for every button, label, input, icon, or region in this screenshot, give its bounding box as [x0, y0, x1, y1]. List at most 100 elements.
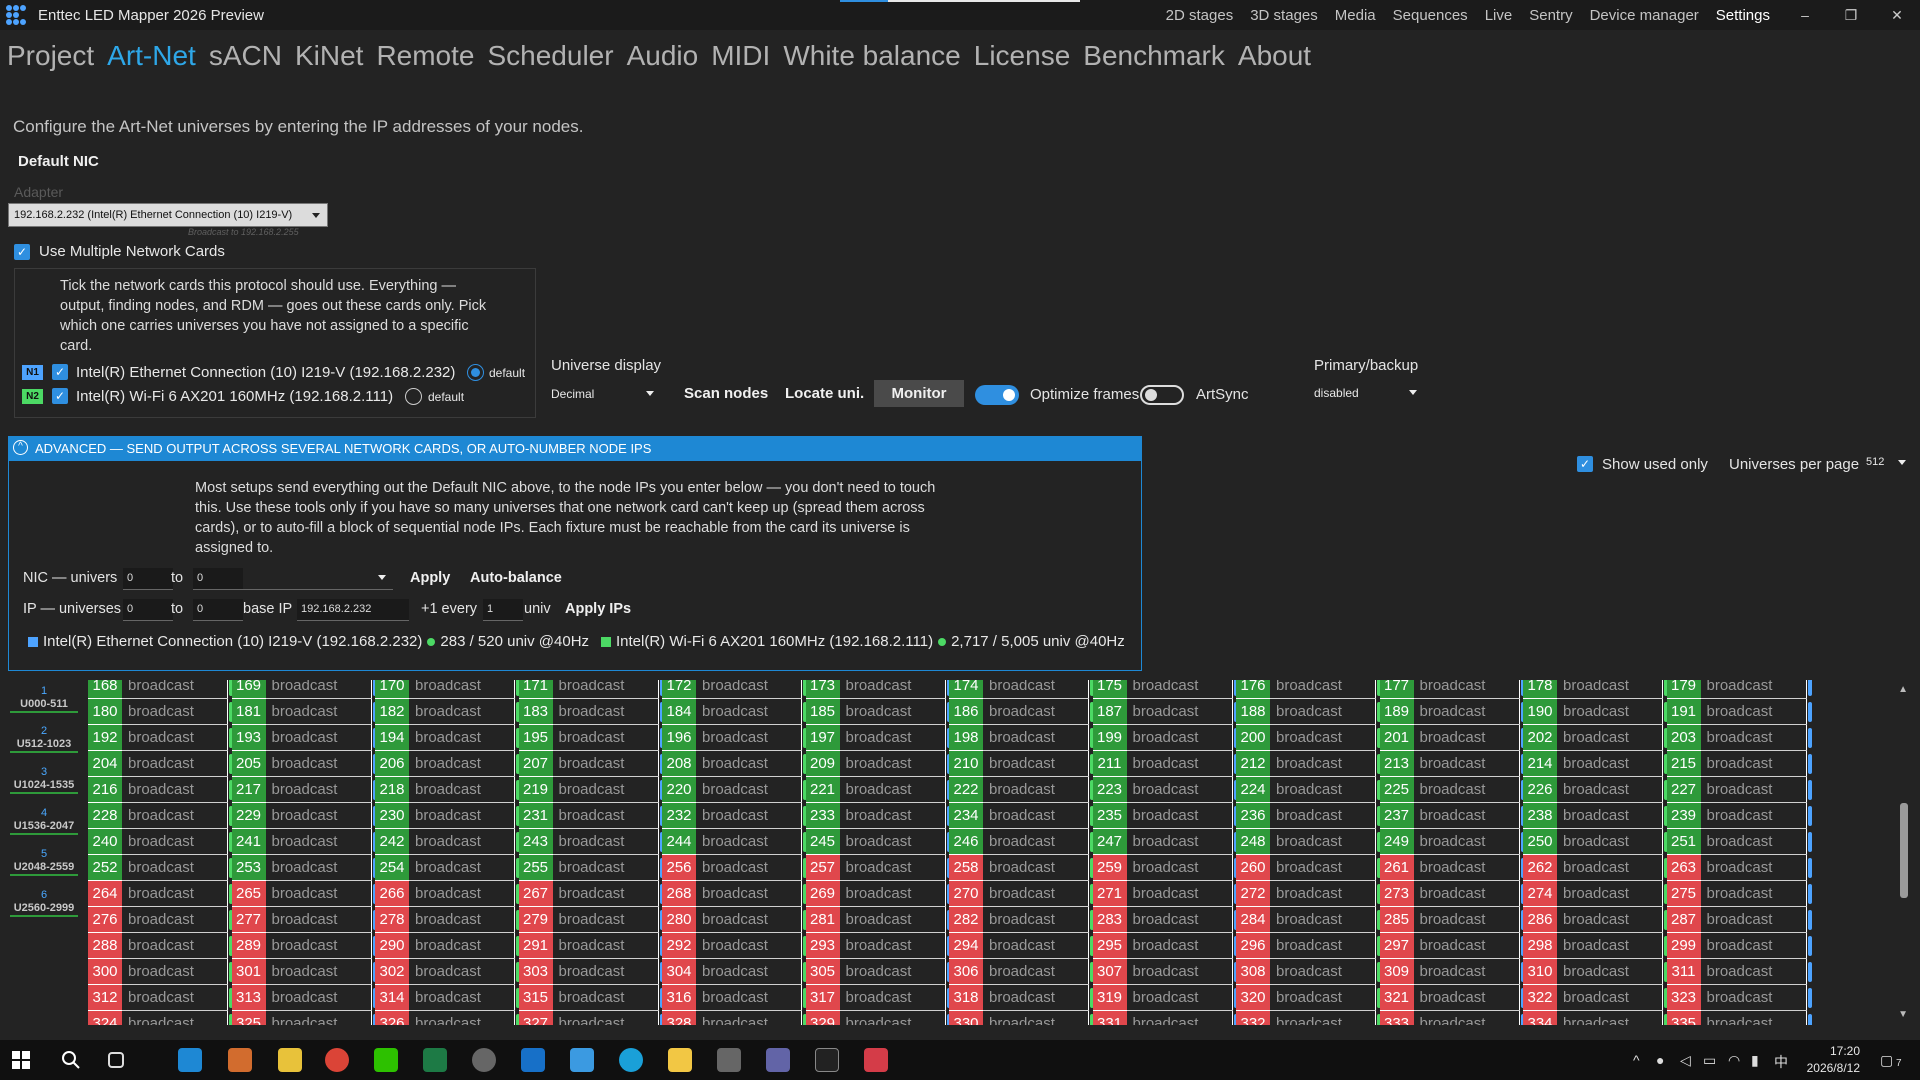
- universe-cell[interactable]: 221 broadcast: [805, 777, 951, 803]
- universe-ip[interactable]: broadcast: [696, 959, 802, 985]
- universe-ip[interactable]: broadcast: [983, 1011, 1089, 1025]
- universe-cell[interactable]: 252 broadcast: [88, 855, 233, 881]
- locate-universe-button[interactable]: Locate uni.: [785, 385, 864, 402]
- universe-ip[interactable]: broadcast: [1270, 751, 1376, 777]
- universe-cell[interactable]: 205 broadcast: [231, 751, 377, 777]
- universe-cell[interactable]: 208 broadcast: [662, 751, 807, 777]
- universe-cell[interactable]: 199 broadcast: [1092, 725, 1238, 751]
- universe-ip[interactable]: broadcast: [1413, 985, 1520, 1011]
- universe-ip[interactable]: broadcast: [1413, 855, 1520, 881]
- universe-cell[interactable]: 175 broadcast: [1092, 680, 1238, 699]
- universe-cell[interactable]: 201 broadcast: [1379, 725, 1525, 751]
- nic-from-input[interactable]: 0: [123, 568, 173, 590]
- universe-ip[interactable]: broadcast: [1413, 680, 1520, 699]
- universe-cell[interactable]: 226 broadcast: [1523, 777, 1668, 803]
- universe-ip[interactable]: broadcast: [1270, 1011, 1376, 1025]
- universe-ip[interactable]: broadcast: [409, 855, 515, 881]
- universe-ip[interactable]: broadcast: [839, 907, 946, 933]
- universe-cell[interactable]: 311 broadcast: [1666, 959, 1812, 985]
- universe-ip[interactable]: broadcast: [552, 881, 659, 907]
- universe-cell[interactable]: 333 broadcast: [1379, 1011, 1525, 1025]
- universe-ip[interactable]: broadcast: [1126, 907, 1233, 933]
- universe-ip[interactable]: broadcast: [1700, 803, 1807, 829]
- universe-ip[interactable]: broadcast: [552, 959, 659, 985]
- universe-ip[interactable]: broadcast: [1270, 680, 1376, 699]
- universe-cell[interactable]: 279 broadcast: [518, 907, 664, 933]
- grid-scrollbar[interactable]: [1900, 803, 1908, 898]
- universe-ip[interactable]: broadcast: [122, 1011, 228, 1025]
- universe-ip[interactable]: broadcast: [265, 725, 372, 751]
- universe-ip[interactable]: broadcast: [1270, 855, 1376, 881]
- universe-cell[interactable]: 314 broadcast: [375, 985, 520, 1011]
- universe-cell[interactable]: 286 broadcast: [1523, 907, 1668, 933]
- universe-ip[interactable]: broadcast: [265, 699, 372, 725]
- universe-ip[interactable]: broadcast: [265, 985, 372, 1011]
- universe-cell[interactable]: 203 broadcast: [1666, 725, 1812, 751]
- universe-cell[interactable]: 313 broadcast: [231, 985, 377, 1011]
- universe-cell[interactable]: 296 broadcast: [1236, 933, 1381, 959]
- universe-ip[interactable]: broadcast: [696, 829, 802, 855]
- universe-cell[interactable]: 216 broadcast: [88, 777, 233, 803]
- universe-cell[interactable]: 294 broadcast: [949, 933, 1094, 959]
- universe-cell[interactable]: 281 broadcast: [805, 907, 951, 933]
- universes-per-page-select[interactable]: 512: [1862, 451, 1908, 475]
- universe-cell[interactable]: 307 broadcast: [1092, 959, 1238, 985]
- universe-ip[interactable]: broadcast: [1126, 777, 1233, 803]
- universe-cell[interactable]: 323 broadcast: [1666, 985, 1812, 1011]
- universe-ip[interactable]: broadcast: [409, 725, 515, 751]
- universe-cell[interactable]: 224 broadcast: [1236, 777, 1381, 803]
- universe-ip[interactable]: broadcast: [552, 725, 659, 751]
- universe-ip[interactable]: broadcast: [839, 933, 946, 959]
- universe-ip[interactable]: broadcast: [122, 725, 228, 751]
- universe-cell[interactable]: 335 broadcast: [1666, 1011, 1812, 1025]
- universe-ip[interactable]: broadcast: [1700, 777, 1807, 803]
- universe-cell[interactable]: 251 broadcast: [1666, 829, 1812, 855]
- scroll-down-icon[interactable]: ▼: [1898, 1009, 1908, 1020]
- universe-cell[interactable]: 223 broadcast: [1092, 777, 1238, 803]
- universe-ip[interactable]: broadcast: [122, 777, 228, 803]
- universe-ip[interactable]: broadcast: [840, 1011, 946, 1025]
- tab-remote[interactable]: Remote: [376, 40, 474, 72]
- explorer-icon[interactable]: [178, 1048, 202, 1072]
- adapter-select[interactable]: 192.168.2.232 (Intel(R) Ethernet Connect…: [8, 203, 328, 227]
- universe-ip[interactable]: broadcast: [1413, 751, 1520, 777]
- universe-ip[interactable]: broadcast: [983, 725, 1089, 751]
- universe-ip[interactable]: broadcast: [1126, 881, 1233, 907]
- universe-cell[interactable]: 185 broadcast: [805, 699, 951, 725]
- scan-nodes-button[interactable]: Scan nodes: [684, 385, 768, 402]
- universe-ip[interactable]: broadcast: [552, 803, 659, 829]
- universe-ip[interactable]: broadcast: [552, 855, 659, 881]
- universe-ip[interactable]: broadcast: [1270, 907, 1376, 933]
- universe-cell[interactable]: 290 broadcast: [375, 933, 520, 959]
- universe-cell[interactable]: 240 broadcast: [88, 829, 233, 855]
- universe-cell[interactable]: 182 broadcast: [375, 699, 520, 725]
- page-3[interactable]: 3 U1024-1535: [10, 766, 78, 794]
- universe-cell[interactable]: 260 broadcast: [1236, 855, 1381, 881]
- universe-cell[interactable]: 322 broadcast: [1523, 985, 1668, 1011]
- universe-ip[interactable]: broadcast: [1413, 777, 1520, 803]
- microphone-icon[interactable]: ●: [1656, 1052, 1664, 1068]
- universe-cell[interactable]: 192 broadcast: [88, 725, 233, 751]
- universe-ip[interactable]: broadcast: [1126, 985, 1233, 1011]
- universe-ip[interactable]: broadcast: [409, 803, 515, 829]
- universe-ip[interactable]: broadcast: [1557, 985, 1663, 1011]
- universe-cell[interactable]: 179 broadcast: [1666, 680, 1812, 699]
- universe-cell[interactable]: 324 broadcast: [88, 1011, 233, 1025]
- universe-ip[interactable]: broadcast: [409, 1011, 515, 1025]
- universe-ip[interactable]: broadcast: [1557, 959, 1663, 985]
- universe-ip[interactable]: broadcast: [409, 985, 515, 1011]
- universe-cell[interactable]: 231 broadcast: [518, 803, 664, 829]
- tab-project[interactable]: Project: [7, 40, 94, 72]
- universe-cell[interactable]: 195 broadcast: [518, 725, 664, 751]
- universe-ip[interactable]: broadcast: [265, 959, 372, 985]
- universe-cell[interactable]: 245 broadcast: [805, 829, 951, 855]
- universe-ip[interactable]: broadcast: [552, 777, 659, 803]
- universe-cell[interactable]: 274 broadcast: [1523, 881, 1668, 907]
- universe-ip[interactable]: broadcast: [1557, 933, 1663, 959]
- universe-cell[interactable]: 209 broadcast: [805, 751, 951, 777]
- universe-cell[interactable]: 178 broadcast: [1523, 680, 1668, 699]
- universe-ip[interactable]: broadcast: [983, 985, 1089, 1011]
- universe-ip[interactable]: broadcast: [122, 829, 228, 855]
- ime-icon[interactable]: 中: [1774, 1052, 1788, 1072]
- universe-cell[interactable]: 276 broadcast: [88, 907, 233, 933]
